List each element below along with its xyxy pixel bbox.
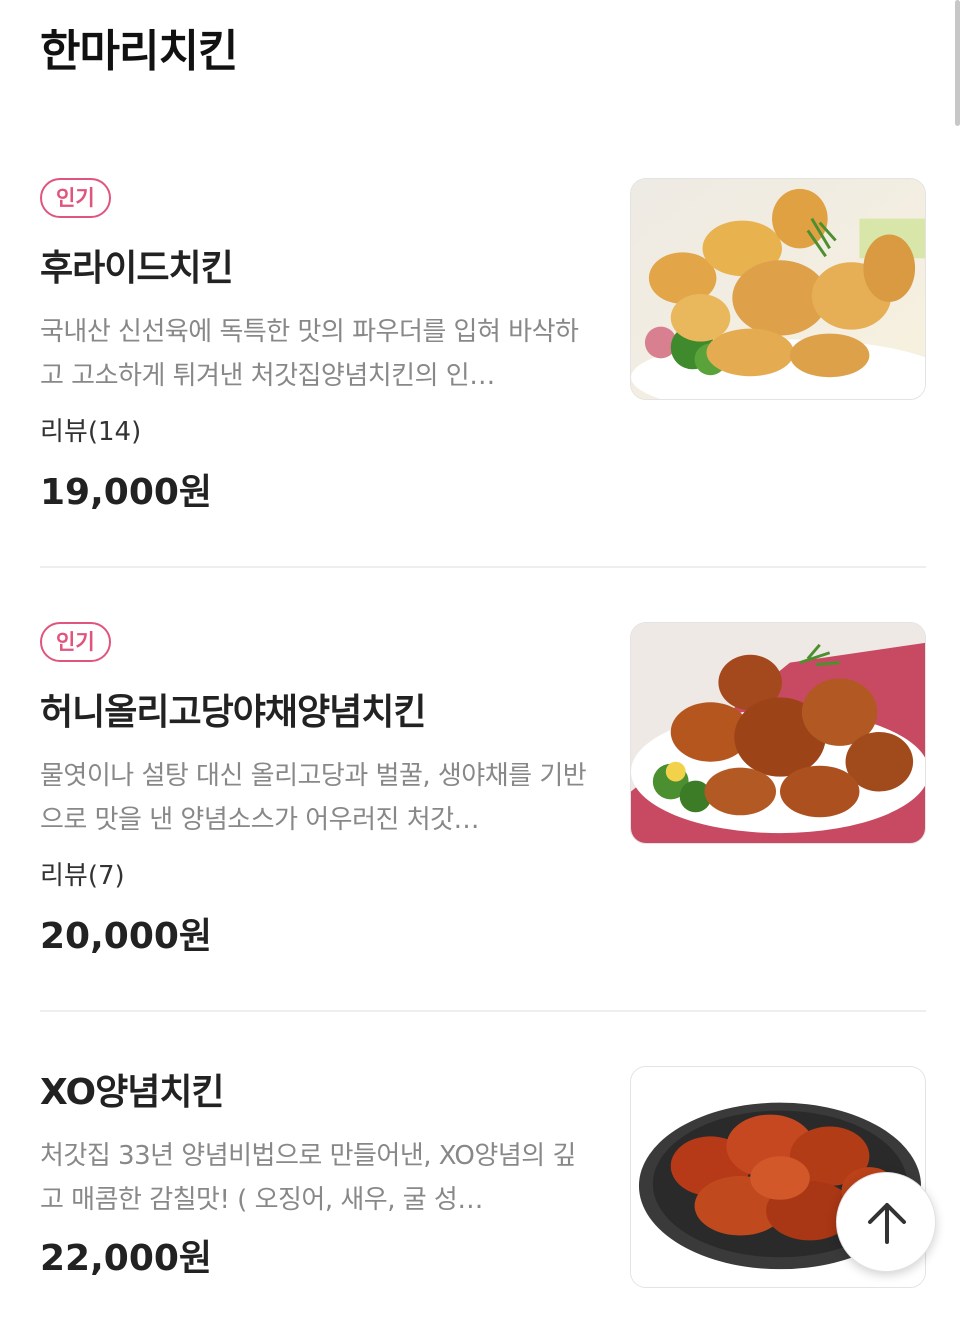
menu-item-price: 19,000원 xyxy=(40,472,213,513)
divider xyxy=(40,566,926,568)
menu-item-name: 허니올리고당야채양념치킨 xyxy=(40,692,426,733)
menu-item-review-count[interactable]: 리뷰(14) xyxy=(40,414,141,450)
menu-item-fried-chicken[interactable]: 인기 후라이드치킨 국내산 신선육에 독특한 맛의 파우더를 입혀 바삭하고 고… xyxy=(40,150,926,550)
arrow-up-icon xyxy=(868,1203,906,1244)
honey-seasoned-chicken-image xyxy=(630,622,926,844)
section-title: 한마리치킨 xyxy=(40,26,238,77)
menu-item-name: XO양념치킨 xyxy=(40,1072,225,1113)
menu-item-description: 처갓집 33년 양념비법으로 만들어낸, XO양념의 깊고 매콤한 감칠맛! (… xyxy=(40,1141,576,1215)
scrollbar[interactable] xyxy=(955,0,960,126)
menu-item-name: 후라이드치킨 xyxy=(40,248,234,289)
scroll-top-button[interactable] xyxy=(836,1172,936,1272)
menu-item-price: 22,000원 xyxy=(40,1238,213,1279)
popular-badge: 인기 xyxy=(40,622,111,662)
divider xyxy=(40,1010,926,1012)
menu-item-xo-chicken[interactable]: XO양념치킨 처갓집 33년 양념비법으로 만들어낸, XO양념의 깊고 매콤한… xyxy=(40,1038,926,1325)
menu-item-honey-oligo-chicken[interactable]: 인기 허니올리고당야채양념치킨 물엿이나 설탕 대신 올리고당과 벌꿀, 생야채… xyxy=(40,594,926,994)
menu-item-price: 20,000원 xyxy=(40,916,213,957)
popular-badge: 인기 xyxy=(40,178,111,218)
fried-chicken-image xyxy=(630,178,926,400)
menu-item-description: 국내산 신선육에 독특한 맛의 파우더를 입혀 바삭하고 고소하게 튀겨낸 처갓… xyxy=(40,317,579,391)
menu-item-review-count[interactable]: 리뷰(7) xyxy=(40,858,125,894)
menu-item-description: 물엿이나 설탕 대신 올리고당과 벌꿀, 생야채를 기반으로 맛을 낸 양념소스… xyxy=(40,761,587,835)
